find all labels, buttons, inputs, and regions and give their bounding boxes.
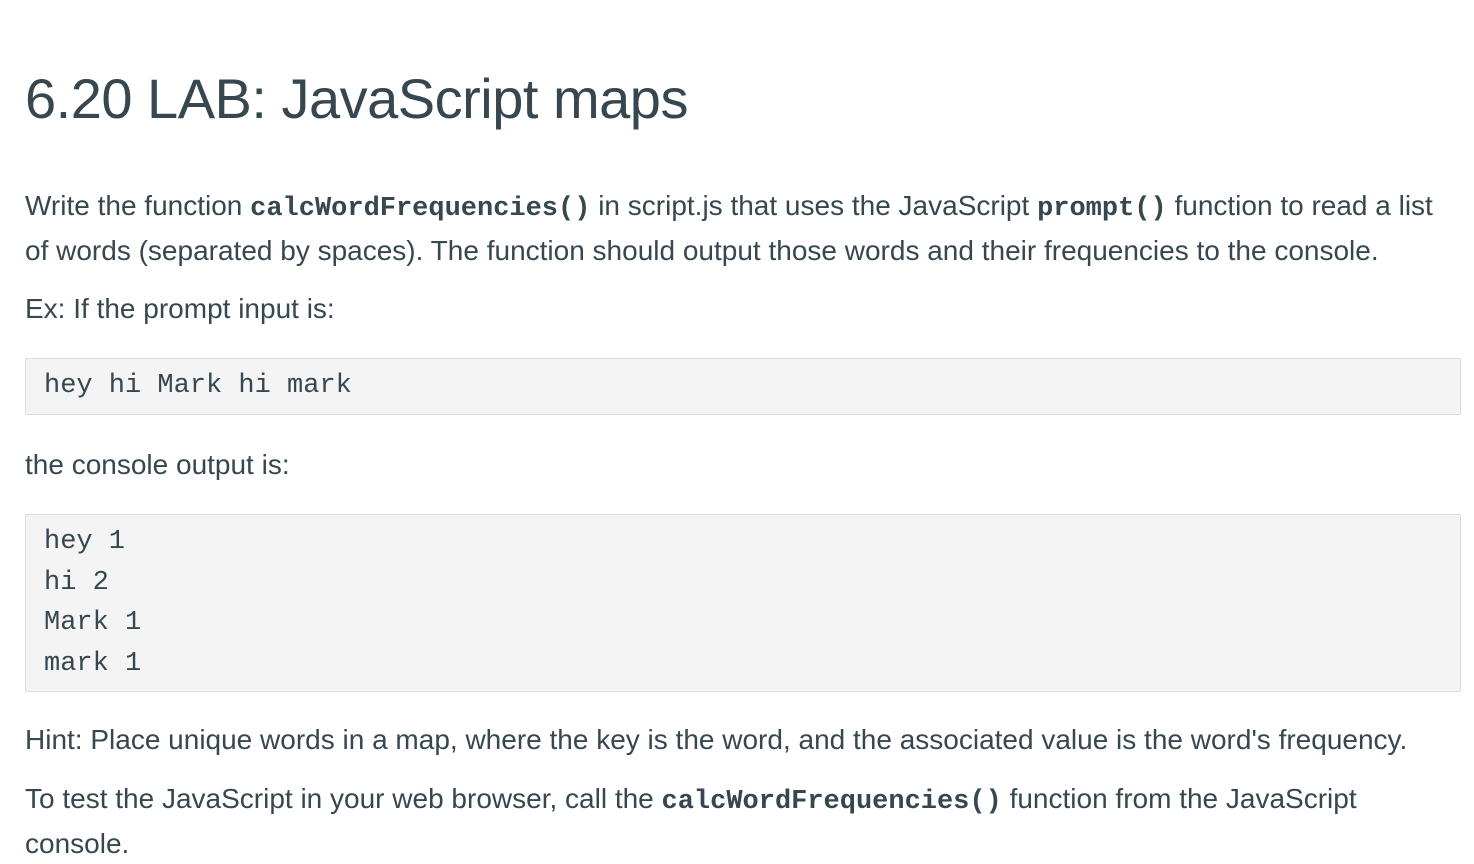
test-function-code: calcWordFrequencies() bbox=[661, 787, 1002, 817]
instructions-paragraph: Write the function calcWordFrequencies()… bbox=[25, 185, 1461, 271]
input-example-line: hey hi Mark hi mark bbox=[44, 371, 352, 401]
output-line: hey 1 bbox=[44, 527, 126, 557]
test-instructions-paragraph: To test the JavaScript in your web brows… bbox=[25, 778, 1461, 864]
hint-paragraph: Hint: Place unique words in a map, where… bbox=[25, 724, 1408, 755]
output-intro: the console output is: bbox=[25, 449, 290, 480]
prompt-function-code: prompt() bbox=[1037, 194, 1167, 224]
instructions-text-2: in script.js that uses the JavaScript bbox=[590, 190, 1038, 221]
lab-page: 6.20 LAB: JavaScript maps Write the func… bbox=[0, 0, 1474, 864]
output-line: Mark 1 bbox=[44, 608, 142, 638]
function-name-code: calcWordFrequencies() bbox=[250, 194, 591, 224]
instructions-text-1: Write the function bbox=[25, 190, 251, 221]
output-example-block: hey 1 hi 2 Mark 1 mark 1 bbox=[25, 514, 1461, 692]
output-line: hi 2 bbox=[44, 567, 109, 598]
page-title: 6.20 LAB: JavaScript maps bbox=[25, 67, 688, 130]
input-example-block: hey hi Mark hi mark bbox=[25, 358, 1461, 415]
test-text-1: To test the JavaScript in your web brows… bbox=[25, 783, 662, 814]
example-intro: Ex: If the prompt input is: bbox=[25, 293, 335, 324]
output-line: mark 1 bbox=[44, 648, 142, 679]
